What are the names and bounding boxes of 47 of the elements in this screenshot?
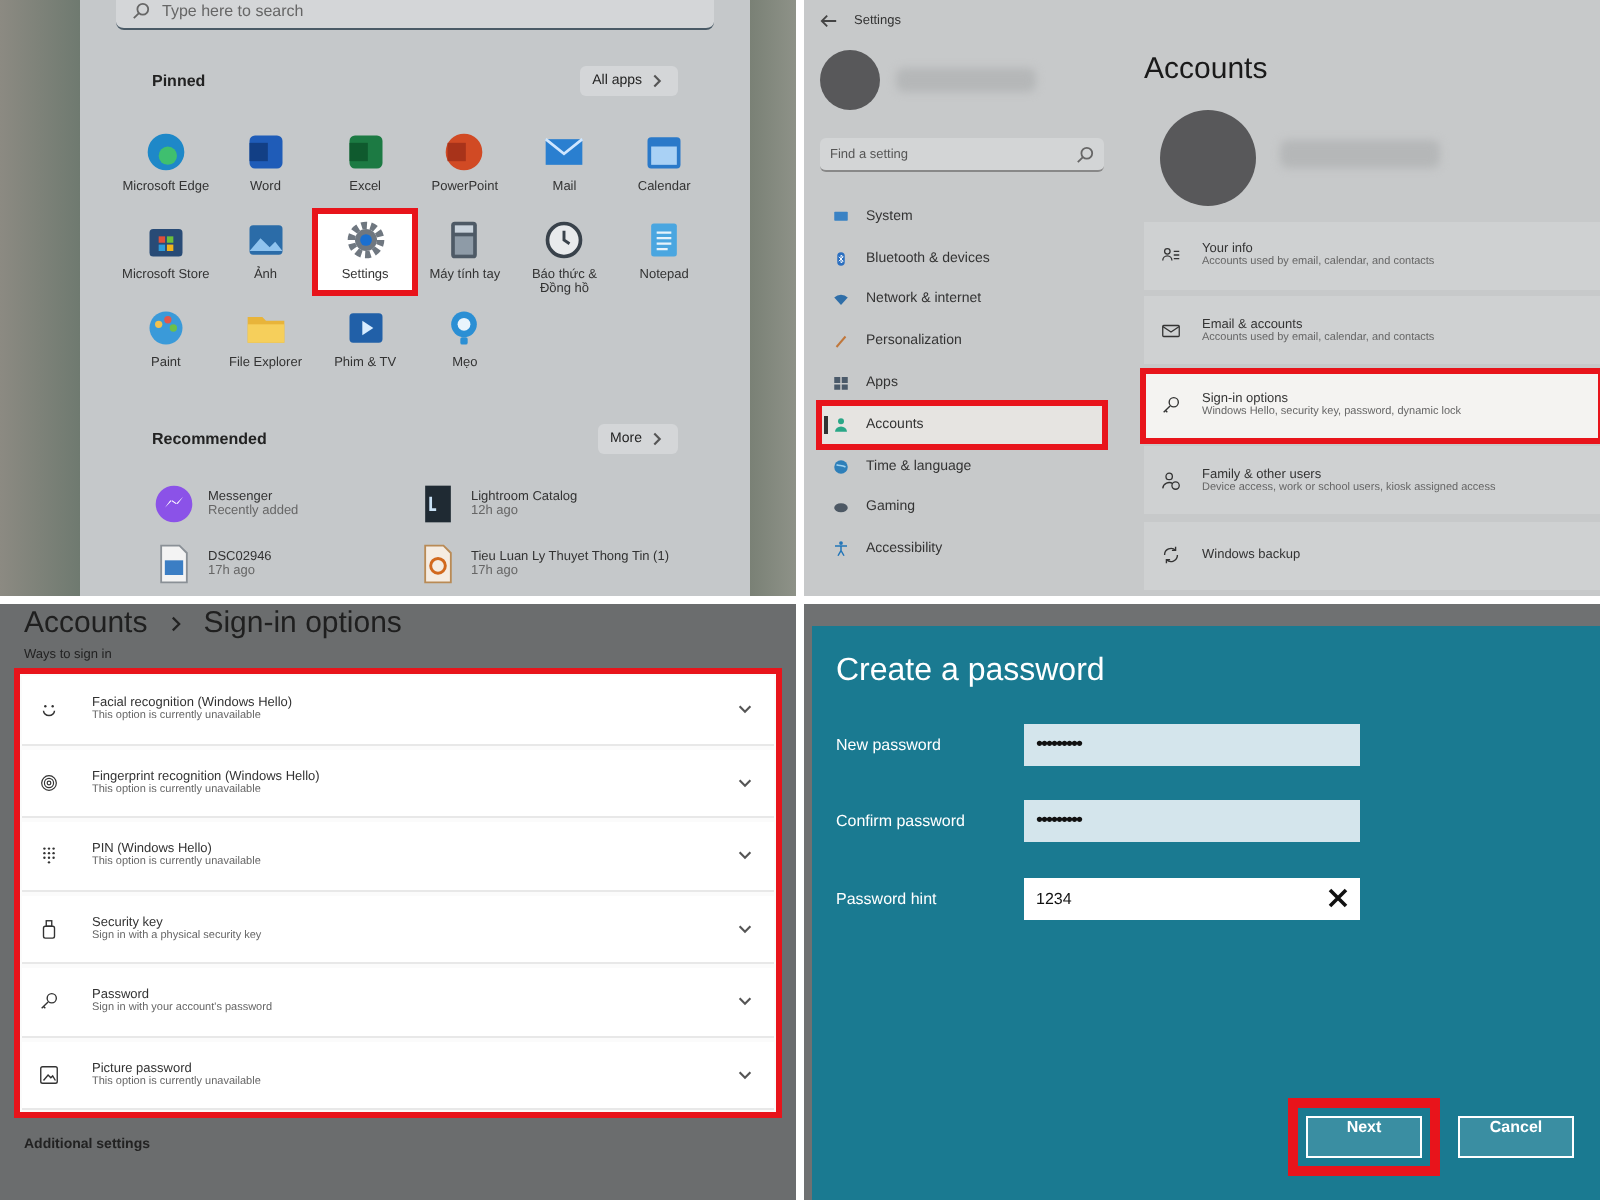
globe-icon: [832, 457, 850, 476]
usb-key-icon: [38, 917, 60, 940]
bluetooth-icon: [832, 249, 850, 268]
clock-icon: [542, 218, 587, 262]
keypad-icon: [38, 844, 60, 867]
search-field[interactable]: Type here to search: [116, 0, 714, 30]
chevron-icon: [167, 615, 184, 631]
clear-icon[interactable]: [1328, 888, 1348, 909]
back-arrow-icon[interactable]: [820, 12, 838, 30]
people-icon: [1160, 469, 1182, 492]
monitor-icon: [832, 207, 850, 226]
search-icon: [1076, 145, 1094, 163]
gear-icon: [343, 218, 388, 262]
accessibility-icon: [832, 540, 850, 559]
password-field[interactable]: •••••••••: [1024, 800, 1360, 843]
field-label: Password hint: [836, 889, 939, 908]
wifi-icon: [832, 290, 850, 309]
avatar-placeholder: [1160, 110, 1256, 206]
avatar-placeholder: [820, 50, 880, 110]
key-icon: [1160, 394, 1182, 417]
password-field[interactable]: •••••••••: [1024, 723, 1360, 766]
field-label: New password: [836, 735, 943, 754]
chat-bubble-icon: [152, 482, 196, 526]
dialog-button[interactable]: Cancel: [1444, 1102, 1588, 1172]
apps-icon: [832, 374, 850, 393]
picture-icon: [38, 1063, 60, 1086]
pen-icon: [832, 332, 850, 351]
fingerprint-icon: [38, 771, 60, 794]
key-icon: [38, 990, 60, 1013]
envelope-icon: [1160, 319, 1182, 342]
chevron-icon: [736, 992, 754, 1011]
page-heading: Accounts: [1144, 52, 1270, 86]
chevron-icon: [648, 72, 666, 90]
section-title: Recommended: [152, 430, 267, 448]
chevron-icon: [736, 700, 754, 719]
search-icon: [132, 1, 150, 19]
sync-icon: [1160, 544, 1182, 567]
breadcrumb-item: Sign-in options: [203, 606, 402, 640]
contact-list-icon: [1160, 244, 1182, 267]
dialog-title: Create a password: [836, 654, 1107, 690]
section-title: Pinned: [152, 72, 206, 90]
hint-field[interactable]: 1234: [1024, 877, 1360, 920]
chevron-icon: [736, 846, 754, 865]
field-label: Confirm password: [836, 812, 967, 831]
dialog-button[interactable]: Next: [1292, 1102, 1436, 1172]
chevron-icon: [648, 430, 666, 448]
person-icon: [832, 415, 850, 434]
